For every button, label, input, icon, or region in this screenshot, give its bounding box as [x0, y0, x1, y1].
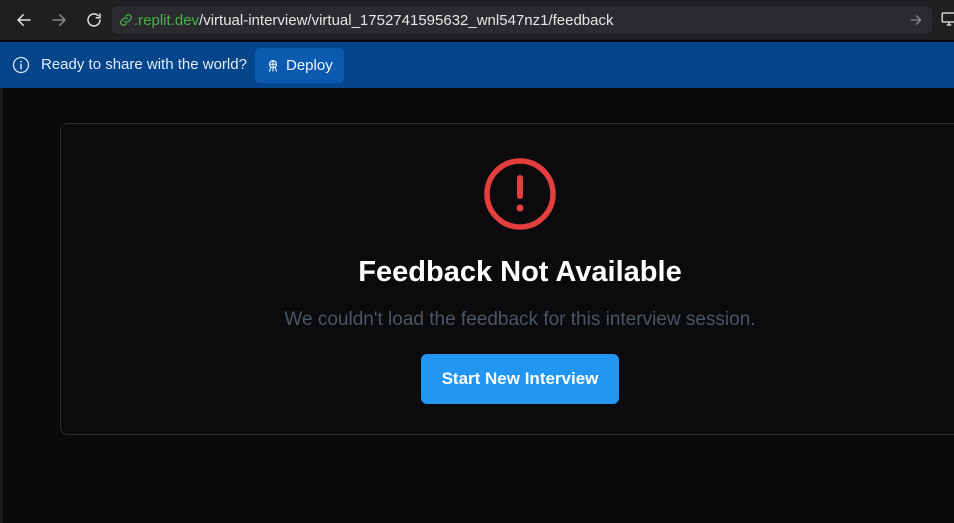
screen-icon[interactable]: [940, 10, 954, 28]
deploy-button-label: Deploy: [286, 57, 333, 74]
start-new-interview-button[interactable]: Start New Interview: [421, 354, 619, 404]
deploy-icon: [268, 59, 278, 72]
info-icon: [12, 56, 30, 74]
reload-button[interactable]: [82, 8, 106, 32]
browser-toolbar: .replit.dev/virtual-interview/virtual_17…: [0, 0, 954, 40]
arrow-left-icon: [17, 14, 31, 26]
error-message: We couldn't load the feedback for this i…: [284, 309, 756, 330]
start-new-interview-label: Start New Interview: [441, 369, 599, 388]
link-icon: [120, 14, 132, 26]
alert-circle-icon: [484, 158, 556, 230]
forward-button[interactable]: [47, 8, 71, 32]
url-path: /virtual-interview/virtual_1752741595632…: [199, 11, 614, 29]
reload-icon: [87, 13, 101, 27]
banner-text: Ready to share with the world?: [41, 56, 247, 73]
left-edge: [0, 88, 3, 523]
deploy-banner: Ready to share with the world? Deploy: [0, 42, 954, 88]
arrow-right-icon: [52, 14, 66, 26]
deploy-button[interactable]: Deploy: [255, 48, 344, 83]
address-bar[interactable]: .replit.dev/virtual-interview/virtual_17…: [112, 6, 932, 34]
back-button[interactable]: [12, 8, 36, 32]
url-host: .replit.dev: [134, 11, 200, 29]
page-title: Feedback Not Available: [358, 256, 682, 288]
arrow-right-small-icon[interactable]: [908, 12, 924, 28]
